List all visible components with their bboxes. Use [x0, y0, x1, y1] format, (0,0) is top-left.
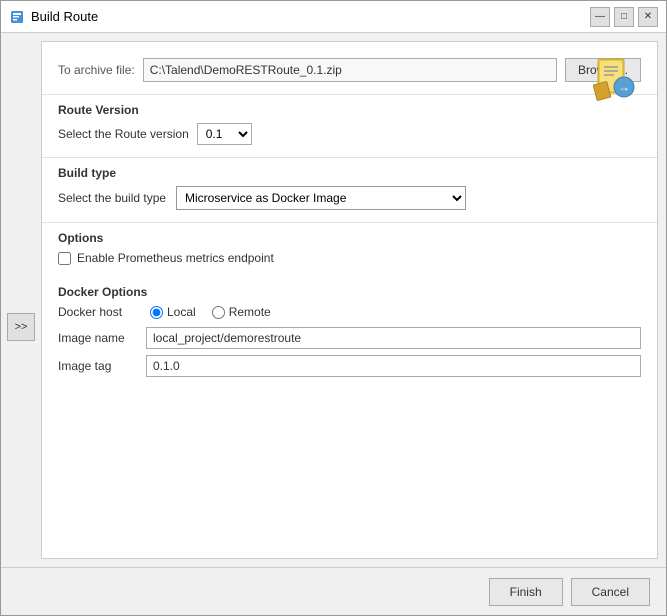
maximize-button[interactable]: □ — [614, 7, 634, 27]
local-radio-label: Local — [167, 305, 196, 319]
remote-radio[interactable] — [212, 306, 225, 319]
side-panel: >> — [1, 33, 41, 567]
build-type-section: Build type Select the build type Microse… — [42, 157, 657, 222]
window-icon — [9, 9, 25, 25]
image-tag-input[interactable] — [146, 355, 641, 377]
expand-button[interactable]: >> — [7, 313, 35, 341]
build-type-title: Build type — [58, 166, 641, 180]
window-title: Build Route — [31, 9, 590, 24]
remote-radio-label: Remote — [229, 305, 271, 319]
version-label: Select the Route version — [58, 127, 189, 141]
prometheus-checkbox[interactable] — [58, 252, 71, 265]
app-icon: → — [590, 53, 640, 103]
version-row: Select the Route version 0.1 0.2 1.0 — [58, 123, 641, 145]
app-icon-area: → — [585, 50, 645, 105]
svg-text:→: → — [618, 80, 630, 94]
footer: Finish Cancel — [1, 567, 666, 615]
version-select[interactable]: 0.1 0.2 1.0 — [197, 123, 252, 145]
close-button[interactable]: ✕ — [638, 7, 658, 27]
docker-host-row: Docker host Local Remote — [58, 305, 641, 319]
local-radio[interactable] — [150, 306, 163, 319]
archive-label: To archive file: — [58, 63, 135, 77]
docker-host-radio-group: Local Remote — [150, 305, 271, 319]
image-name-input[interactable] — [146, 327, 641, 349]
prometheus-row: Enable Prometheus metrics endpoint — [58, 251, 641, 265]
archive-row: To archive file: Browse... — [42, 42, 657, 94]
archive-input[interactable] — [143, 58, 557, 82]
prometheus-label: Enable Prometheus metrics endpoint — [77, 251, 274, 265]
image-name-label: Image name — [58, 331, 138, 345]
image-tag-row: Image tag — [58, 355, 641, 377]
build-type-row: Select the build type Microservice as Do… — [58, 186, 641, 210]
title-bar: Build Route — □ ✕ — [1, 1, 666, 33]
options-section: Options Enable Prometheus metrics endpoi… — [42, 222, 657, 277]
docker-options-title: Docker Options — [58, 285, 641, 299]
window-controls: — □ ✕ — [590, 7, 658, 27]
image-name-row: Image name — [58, 327, 641, 349]
docker-options-section: Docker Options Docker host Local Remote — [42, 277, 657, 391]
remote-radio-item[interactable]: Remote — [212, 305, 271, 319]
build-type-select[interactable]: Microservice as Docker Image Standard Do… — [176, 186, 466, 210]
dialog-area: → To archive file: Browse... Route Versi… — [41, 41, 658, 559]
cancel-button[interactable]: Cancel — [571, 578, 650, 606]
minimize-button[interactable]: — — [590, 7, 610, 27]
docker-host-label: Docker host — [58, 305, 138, 319]
build-route-window: Build Route — □ ✕ >> — [0, 0, 667, 616]
options-title: Options — [58, 231, 641, 245]
finish-button[interactable]: Finish — [489, 578, 563, 606]
route-version-title: Route Version — [58, 103, 641, 117]
route-version-section: Route Version Select the Route version 0… — [42, 94, 657, 157]
image-tag-label: Image tag — [58, 359, 138, 373]
main-content: >> → — [1, 33, 666, 567]
build-type-label: Select the build type — [58, 191, 168, 205]
local-radio-item[interactable]: Local — [150, 305, 196, 319]
